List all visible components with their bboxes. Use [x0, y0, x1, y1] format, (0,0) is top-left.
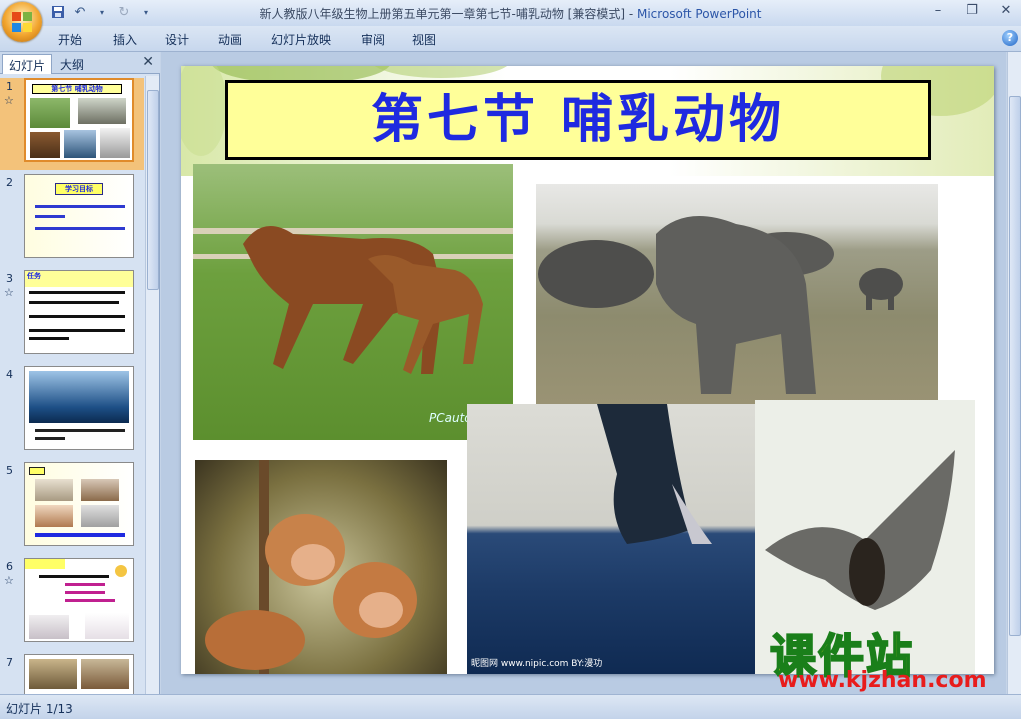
slide-preview	[24, 366, 134, 450]
slide-preview	[24, 654, 134, 694]
slide-title[interactable]: 第七节 哺乳动物	[225, 80, 931, 160]
slide-thumbnail[interactable]: 2 学习目标	[0, 174, 144, 266]
slide-preview: 学习目标	[24, 174, 134, 258]
watermark-url: www.kjzhan.com	[778, 668, 987, 693]
slide-number: 5	[6, 464, 13, 477]
monkey-photo[interactable]	[195, 460, 447, 674]
slide-number: 1	[6, 80, 13, 93]
site-watermark: 课件站 www.kjzhan.com	[769, 620, 1010, 694]
window-controls: – ❐ ✕	[927, 2, 1017, 20]
slide-thumbnail[interactable]: 1 ☆ 第七节 哺乳动物	[0, 78, 144, 170]
tab-view[interactable]: 视图	[412, 31, 436, 48]
tab-insert[interactable]: 插入	[113, 31, 137, 48]
title-bar: ↶ ▾ ↻ ▾ 新人教版八年级生物上册第五单元第一章第七节-哺乳动物 [兼容模式…	[0, 0, 1021, 42]
pane-tabs: 幻灯片 大纲 ✕	[0, 52, 160, 74]
thumb-title: 任务	[25, 271, 133, 287]
slide-thumbnail-list: 1 ☆ 第七节 哺乳动物 2 学习目标 3 ☆ 任务 4 5 6 ☆ 7	[0, 76, 144, 694]
thumb-title: 第七节 哺乳动物	[32, 84, 122, 94]
slide-number: 3	[6, 272, 13, 285]
restore-button[interactable]: ❐	[961, 2, 983, 20]
slide-thumbnail[interactable]: 6 ☆	[0, 558, 144, 650]
animation-star-icon: ☆	[4, 94, 14, 107]
office-button[interactable]	[2, 2, 42, 42]
slide-counter: 幻灯片 1/13	[6, 702, 73, 716]
thumbnail-scrollbar[interactable]	[145, 76, 159, 694]
elephant-photo[interactable]	[536, 184, 938, 404]
slide-preview	[24, 462, 134, 546]
thumb-title: 学习目标	[55, 183, 103, 195]
slide-preview: 任务	[24, 270, 134, 354]
slides-pane: 幻灯片 大纲 ✕ 1 ☆ 第七节 哺乳动物 2 学习目标 3 ☆ 任务 4 5 …	[0, 52, 160, 694]
slide-edit-area: 第七节 哺乳动物 PCauto 昵图网 www.nipic.com BY:漫功	[161, 52, 1006, 694]
tab-design[interactable]: 设计	[165, 31, 189, 48]
whale-photo[interactable]: 昵图网 www.nipic.com BY:漫功	[467, 404, 759, 674]
tab-review[interactable]: 审阅	[361, 31, 385, 48]
help-icon[interactable]: ?	[1002, 30, 1018, 46]
animation-star-icon: ☆	[4, 286, 14, 299]
office-logo-icon	[12, 12, 32, 32]
tab-slideshow[interactable]: 幻灯片放映	[271, 31, 331, 48]
scrollbar-thumb[interactable]	[1009, 96, 1021, 636]
slide-number: 7	[6, 656, 13, 669]
tab-home[interactable]: 开始	[58, 31, 82, 48]
slide-number: 2	[6, 176, 13, 189]
slide-thumbnail[interactable]: 3 ☆ 任务	[0, 270, 144, 362]
tab-slides[interactable]: 幻灯片	[2, 54, 53, 74]
slide-thumbnail[interactable]: 7	[0, 654, 144, 694]
status-bar: 幻灯片 1/13	[0, 694, 1021, 719]
minimize-button[interactable]: –	[927, 2, 949, 20]
tab-animations[interactable]: 动画	[218, 31, 242, 48]
slide-preview: 第七节 哺乳动物	[24, 78, 134, 162]
slide-number: 4	[6, 368, 13, 381]
slide-thumbnail[interactable]: 5	[0, 462, 144, 554]
horse-photo[interactable]: PCauto	[193, 164, 513, 440]
window-title: 新人教版八年级生物上册第五单元第一章第七节-哺乳动物 [兼容模式] - Micr…	[259, 7, 762, 21]
whale-photo-credit: 昵图网 www.nipic.com BY:漫功	[471, 657, 602, 669]
animation-star-icon: ☆	[4, 574, 14, 587]
pane-close-button[interactable]: ✕	[142, 54, 154, 70]
horse-photo-credit: PCauto	[429, 411, 472, 425]
slide-number: 6	[6, 560, 13, 573]
ribbon-tabs: 开始 插入 设计 动画 幻灯片放映 审阅 视图 ?	[0, 26, 1021, 52]
slide-thumbnail[interactable]: 4	[0, 366, 144, 458]
slide-scrollbar[interactable]	[1007, 52, 1021, 694]
scrollbar-thumb[interactable]	[147, 90, 159, 290]
tab-outline[interactable]: 大纲	[54, 54, 90, 74]
slide-preview	[24, 558, 134, 642]
current-slide[interactable]: 第七节 哺乳动物 PCauto 昵图网 www.nipic.com BY:漫功	[181, 66, 994, 674]
close-button[interactable]: ✕	[995, 2, 1017, 20]
